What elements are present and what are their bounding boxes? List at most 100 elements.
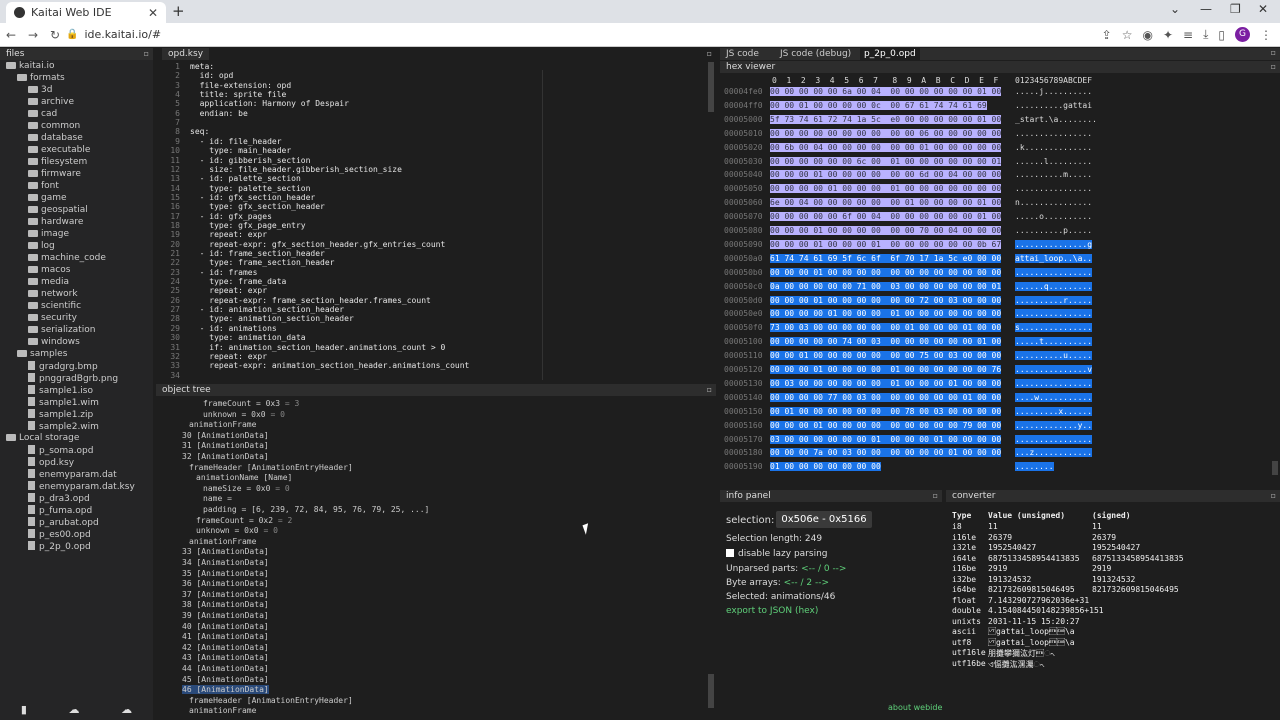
code-line[interactable]: repeat-expr: gfx_section_header.gfx_entr… bbox=[190, 240, 445, 249]
hex-ascii[interactable]: ...............g bbox=[1015, 239, 1093, 249]
folder-item[interactable]: scientific bbox=[28, 301, 81, 311]
tree-node[interactable]: animationFrame bbox=[189, 537, 256, 546]
lazy-parsing-toggle[interactable]: disable lazy parsing bbox=[726, 549, 828, 559]
hex-bytes[interactable]: 00 00 00 00 00 00 6c 00 01 00 00 00 00 0… bbox=[770, 156, 1002, 166]
code-line[interactable]: - id: gibberish_section bbox=[190, 156, 311, 165]
scrollbar[interactable] bbox=[1272, 461, 1278, 475]
file-item[interactable]: sample2.wim bbox=[28, 421, 99, 432]
tree-node[interactable]: 43 [AnimationData] bbox=[182, 653, 269, 662]
tree-root[interactable]: kaitai.io bbox=[6, 61, 54, 71]
hex-ascii[interactable]: .............y.. bbox=[1015, 420, 1093, 430]
code-line[interactable]: repeat: expr bbox=[190, 230, 267, 239]
maximize-icon[interactable]: ▫ bbox=[1271, 48, 1276, 57]
code-line[interactable]: meta: bbox=[190, 62, 214, 71]
code-line[interactable]: - id: animations bbox=[190, 324, 277, 333]
star-icon[interactable]: ☆ bbox=[1122, 28, 1133, 42]
tree-node[interactable]: 38 [AnimationData] bbox=[182, 600, 269, 609]
tree-node[interactable]: 42 [AnimationData] bbox=[182, 643, 269, 652]
hex-bytes[interactable]: 00 00 00 01 00 00 00 01 00 00 00 00 00 0… bbox=[770, 239, 1002, 249]
tree-node[interactable]: 37 [AnimationData] bbox=[182, 590, 269, 599]
tree-node[interactable]: frameCount = 0x3 = 3 bbox=[203, 399, 299, 408]
tree-node[interactable]: animationFrame bbox=[189, 420, 256, 429]
hex-ascii[interactable]: ................ bbox=[1015, 378, 1093, 388]
hex-ascii[interactable]: ..........p..... bbox=[1015, 226, 1092, 235]
maximize-icon[interactable]: ▫ bbox=[933, 490, 938, 502]
code-line[interactable]: - id: frames bbox=[190, 268, 258, 277]
cloud-upload-icon[interactable]: ☁ bbox=[121, 703, 132, 716]
restore-icon[interactable]: ❐ bbox=[1230, 2, 1241, 16]
folder-item[interactable]: log bbox=[28, 241, 55, 251]
folder-item[interactable]: executable bbox=[28, 145, 90, 155]
folder-item[interactable]: firmware bbox=[28, 169, 81, 179]
code-line[interactable]: id: opd bbox=[190, 71, 234, 80]
hex-bytes[interactable]: 00 00 00 01 00 00 00 00 00 00 6d 00 04 0… bbox=[770, 170, 1002, 180]
folder-item[interactable]: 3d bbox=[28, 85, 52, 95]
hex-bytes[interactable]: 00 00 00 00 01 00 00 00 01 00 00 00 00 0… bbox=[770, 309, 1002, 319]
tree-node[interactable]: 30 [AnimationData] bbox=[182, 431, 269, 440]
extension-icon[interactable]: ◉ bbox=[1142, 28, 1152, 42]
folder-item[interactable]: Local storage bbox=[6, 433, 79, 443]
folder-item[interactable]: geospatial bbox=[28, 205, 88, 215]
editor-tab[interactable]: opd.ksy bbox=[162, 48, 210, 60]
close-icon[interactable]: ✕ bbox=[148, 6, 158, 20]
file-item[interactable]: p_arubat.opd bbox=[28, 517, 99, 528]
browser-tab[interactable]: Kaitai Web IDE ✕ bbox=[6, 2, 166, 23]
hex-ascii[interactable]: .....t.......... bbox=[1015, 337, 1093, 347]
code-line[interactable]: size: file_header.gibberish_section_size bbox=[190, 165, 402, 174]
folder-item[interactable]: game bbox=[28, 193, 67, 203]
tree-node[interactable]: nameSize = 0x0 = 0 bbox=[203, 484, 290, 493]
tree-node[interactable]: animationFrame bbox=[189, 706, 256, 715]
tree-node[interactable]: 46 [AnimationData] bbox=[182, 685, 269, 695]
tree-node[interactable]: unknown = 0x0 = 0 bbox=[203, 410, 285, 419]
maximize-icon[interactable]: ▫ bbox=[1271, 61, 1276, 73]
hex-bytes[interactable]: 6e 00 04 00 00 00 00 00 00 01 00 00 00 0… bbox=[770, 198, 1002, 208]
sidebar-icon[interactable]: ▯ bbox=[1218, 28, 1225, 42]
code-line[interactable]: type: main_header bbox=[190, 146, 291, 155]
hex-bytes[interactable]: 00 00 00 00 00 6a 00 04 00 00 00 00 00 0… bbox=[770, 87, 1002, 96]
code-line[interactable]: type: frame_data bbox=[190, 277, 286, 286]
hex-bytes[interactable]: 0a 00 00 00 00 00 71 00 03 00 00 00 00 0… bbox=[770, 281, 1002, 291]
code-line[interactable]: type: gfx_page_entry bbox=[190, 221, 305, 230]
file-item[interactable]: p_fuma.opd bbox=[28, 505, 92, 516]
folder-item[interactable]: common bbox=[28, 121, 80, 131]
menu-icon[interactable]: ⋮ bbox=[1260, 28, 1272, 42]
folder-item[interactable]: font bbox=[28, 181, 59, 191]
hex-bytes[interactable]: 00 00 00 01 00 00 00 00 00 00 00 00 00 0… bbox=[770, 267, 1002, 277]
scrollbar[interactable] bbox=[708, 674, 714, 708]
folder-item[interactable]: macos bbox=[28, 265, 70, 275]
hex-bytes[interactable]: 00 00 00 00 00 74 00 03 00 00 00 00 00 0… bbox=[770, 337, 1002, 347]
hex-bytes[interactable]: 00 00 00 01 00 00 00 00 00 00 72 00 03 0… bbox=[770, 295, 1002, 305]
hex-bytes[interactable]: 00 00 00 01 00 00 00 00 00 00 70 00 04 0… bbox=[770, 226, 1002, 235]
hex-ascii[interactable]: .k.............. bbox=[1015, 143, 1092, 152]
code-line[interactable]: type: gfx_section_header bbox=[190, 202, 325, 211]
code-line[interactable]: title: sprite file bbox=[190, 90, 287, 99]
code-line[interactable]: repeat: expr bbox=[190, 352, 267, 361]
url-field[interactable]: ide.kaitai.io/# bbox=[84, 28, 161, 41]
code-line[interactable]: if: animation_section_header.animations_… bbox=[190, 343, 445, 352]
back-icon[interactable]: ← bbox=[0, 28, 22, 42]
hex-bytes[interactable]: 00 6b 00 04 00 00 00 00 00 00 01 00 00 0… bbox=[770, 142, 1002, 152]
checkbox[interactable] bbox=[726, 549, 734, 557]
queue-icon[interactable]: ≡ bbox=[1183, 28, 1193, 42]
code-line[interactable]: repeat: expr bbox=[190, 286, 267, 295]
hex-bytes[interactable]: 00 01 00 00 00 00 00 00 00 78 00 03 00 0… bbox=[770, 406, 1002, 416]
hex-ascii[interactable]: ..........gattai bbox=[1015, 101, 1092, 110]
hex-ascii[interactable]: .....j.......... bbox=[1015, 87, 1092, 96]
hex-ascii[interactable]: .....o.......... bbox=[1015, 212, 1092, 221]
code-line[interactable]: - id: animation_section_header bbox=[190, 305, 345, 314]
cloud-download-icon[interactable]: ☁ bbox=[69, 703, 80, 716]
code-line[interactable]: - id: file_header bbox=[190, 137, 282, 146]
hex-bytes[interactable]: 00 03 00 00 00 00 00 00 01 00 00 00 01 0… bbox=[770, 378, 1002, 388]
window-close-icon[interactable]: ✕ bbox=[1258, 2, 1268, 16]
selection-range[interactable]: 0x506e - 0x5166 bbox=[776, 511, 872, 528]
hex-ascii[interactable]: ....w........... bbox=[1015, 392, 1093, 402]
tree-node[interactable]: frameHeader [AnimationEntryHeader] bbox=[189, 696, 353, 705]
chevron-down-icon[interactable]: ⌄ bbox=[1170, 2, 1180, 16]
tree-node[interactable]: 33 [AnimationData] bbox=[182, 547, 269, 556]
file-item[interactable]: sample1.iso bbox=[28, 385, 93, 396]
ksy-editor[interactable]: opd.ksy ▫ 1 meta: 2 id: opd 3 file-extensio… bbox=[156, 48, 716, 382]
file-item[interactable]: sample1.wim bbox=[28, 397, 99, 408]
hex-ascii[interactable]: ........ bbox=[1015, 462, 1054, 472]
code-line[interactable]: - id: gfx_pages bbox=[190, 212, 272, 221]
hex-bytes[interactable]: 00 00 01 00 00 00 00 0c 00 67 61 74 74 6… bbox=[770, 100, 987, 110]
